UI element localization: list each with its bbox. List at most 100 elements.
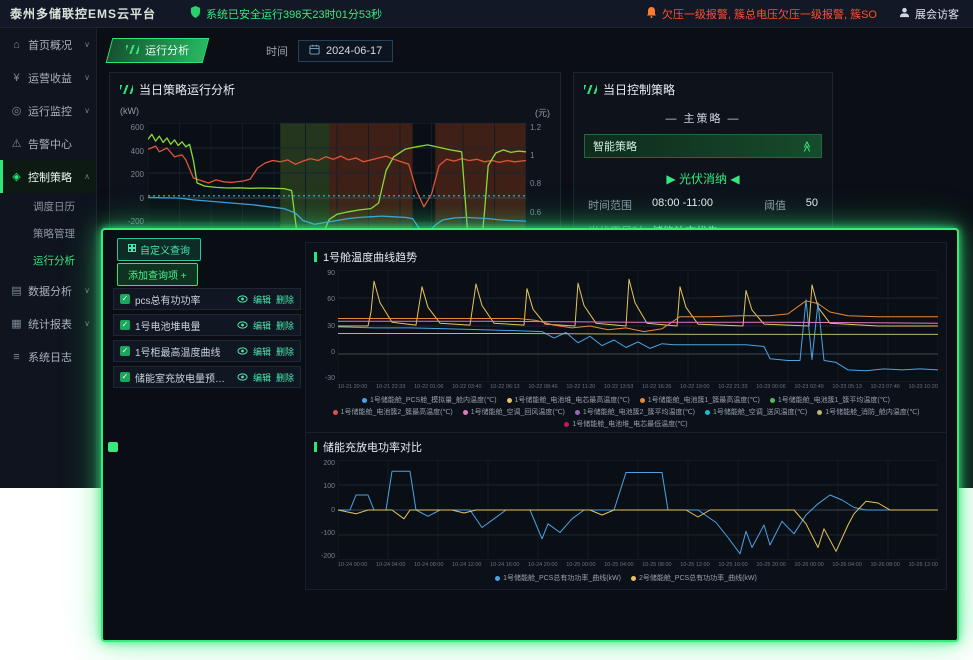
power-chart-plot — [338, 460, 938, 560]
custom-query-modal: 自定义查询 添加查询项 + pcs总有功功率 编辑 删除 1号电池堆电量 编辑 … — [101, 228, 959, 642]
report-icon: ▦ — [10, 317, 23, 330]
row-key: 时间范围 — [588, 197, 652, 213]
chart-title-text: 储能充放电功率对比 — [323, 439, 422, 455]
legend-item[interactable]: 1号储能舱_电池簇2_簇最高温度(℃) — [333, 407, 453, 417]
sidebar-item-data-analysis[interactable]: ▤ 数据分析 ∨ — [0, 274, 96, 307]
slash-decoration — [120, 85, 133, 94]
legend-label: 1号储能舱_PCS舱_模拟量_舱内温度(℃) — [370, 395, 497, 405]
temperature-chart-panel: 1号舱温度曲线趋势 9060300-30 10-21 20:0010-21 22… — [305, 242, 947, 436]
query-item-row[interactable]: 储能室充放电量预测对比 编辑 删除 — [113, 366, 301, 388]
chevron-down-icon: ∨ — [84, 73, 90, 82]
eye-icon[interactable] — [237, 347, 248, 355]
legend-dot-icon — [333, 410, 338, 415]
main-strategy-label: — 主策略 — — [574, 110, 832, 126]
slash-decoration — [126, 45, 139, 54]
legend-label: 2号储能舱_PCS总有功功率_曲线(kW) — [639, 573, 757, 583]
grid-icon — [128, 244, 136, 255]
collapse-handle[interactable] — [108, 442, 118, 452]
panel-title-text: 当日控制策略 — [603, 81, 675, 98]
legend-item[interactable]: 1号储能舱_空调_回风温度(℃) — [463, 407, 565, 417]
legend-label: 1号储能舱_空调_回风温度(℃) — [471, 407, 565, 417]
power-chart-panel: 储能充放电功率对比 2001000-100-200 10-24 00:0010-… — [305, 432, 947, 590]
user-name: 展会访客 — [915, 6, 959, 22]
sidebar-item-control-strategy[interactable]: ◈ 控制策略 ∧ — [0, 160, 96, 193]
legend-item[interactable]: 1号储能舱_空调_送风温度(℃) — [705, 407, 807, 417]
axis-units: (kW) (元) — [110, 104, 560, 123]
checkbox-checked[interactable] — [120, 294, 130, 304]
user-menu[interactable]: 展会访客 — [899, 6, 959, 22]
eye-icon[interactable] — [237, 321, 248, 329]
shield-icon — [190, 6, 201, 21]
legend-item[interactable]: 1号储能舱_电池堆_电芯最高温度(℃) — [507, 395, 630, 405]
alarm-text: 欠压一级报警, 簇总电压欠压一级报警, 簇SO — [662, 6, 877, 22]
query-item-label: pcs总有功功率 — [135, 292, 232, 307]
sidebar-item-label: 运行监控 — [28, 103, 72, 119]
delete-link[interactable]: 删除 — [276, 371, 294, 384]
alarm-icon: ⚠ — [10, 137, 23, 150]
query-item-row[interactable]: pcs总有功功率 编辑 删除 — [113, 288, 301, 310]
sidebar-item-revenue[interactable]: ¥ 运营收益 ∨ — [0, 61, 96, 94]
sidebar-item-system-log[interactable]: ≡ 系统日志 — [0, 340, 96, 373]
delete-link[interactable]: 删除 — [276, 345, 294, 358]
home-icon: ⌂ — [10, 39, 23, 51]
sidebar-item-alarm-center[interactable]: ⚠ 告警中心 — [0, 127, 96, 160]
query-item-row[interactable]: 1号电池堆电量 编辑 删除 — [113, 314, 301, 336]
sidebar-item-label: 控制策略 — [28, 169, 72, 185]
query-item-list: pcs总有功功率 编辑 删除 1号电池堆电量 编辑 删除 1号柜最高温度曲线 编… — [113, 288, 301, 388]
edit-link[interactable]: 编辑 — [253, 371, 271, 384]
alarm-ticker[interactable]: 欠压一级报警, 簇总电压欠压一级报警, 簇SO — [646, 6, 877, 22]
chevron-down-icon: ∨ — [84, 40, 90, 49]
legend-label: 1号储能舱_电池堆_电芯最高温度(℃) — [515, 395, 630, 405]
chevron-up-icon: ∧ — [84, 172, 90, 181]
sidebar-item-home[interactable]: ⌂ 首页概况 ∨ — [0, 28, 96, 61]
legend-item[interactable]: 1号储能舱_电池簇1_簇最高温度(℃) — [640, 395, 760, 405]
checkbox-checked[interactable] — [120, 346, 130, 356]
edit-link[interactable]: 编辑 — [253, 293, 271, 306]
delete-link[interactable]: 删除 — [276, 293, 294, 306]
add-query-item-button[interactable]: 添加查询项 + — [117, 263, 198, 286]
sidebar-item-label: 首页概况 — [28, 37, 72, 53]
smart-strategy-group[interactable]: 智能策略 — [584, 134, 822, 158]
checkbox-checked[interactable] — [120, 372, 130, 382]
sidebar-subitem-run-analysis[interactable]: 运行分析 — [0, 247, 96, 274]
time-label: 时间 — [266, 43, 288, 59]
custom-query-tab[interactable]: 自定义查询 — [117, 238, 201, 261]
legend-item[interactable]: 1号储能舱_PCS总有功功率_曲线(kW) — [495, 573, 621, 583]
delete-link[interactable]: 删除 — [276, 319, 294, 332]
legend-item[interactable]: 1号储能舱_电池簇1_簇平均温度(℃) — [770, 395, 890, 405]
legend-item[interactable]: 1号储能舱_消防_舱内温度(℃) — [817, 407, 919, 417]
sidebar-subitem-label: 运行分析 — [33, 253, 75, 268]
app-logo: 泰州多储联控EMS云平台 — [10, 5, 156, 22]
power-chart-xaxis: 10-24 00:0010-24 04:0010-24 08:0010-24 1… — [338, 562, 938, 568]
row-key: 阈值 — [764, 197, 796, 213]
date-picker[interactable]: 2024-06-17 — [298, 40, 393, 62]
panel-title-text: 当日策略运行分析 — [139, 81, 235, 98]
legend-label: 1号储能舱_空调_送风温度(℃) — [713, 407, 807, 417]
uptime-text: 系统已安全运行398天23时01分53秒 — [206, 6, 382, 22]
sidebar-item-reports[interactable]: ▦ 统计报表 ∨ — [0, 307, 96, 340]
edit-link[interactable]: 编辑 — [253, 319, 271, 332]
legend-item[interactable]: 1号储能舱_电池簇2_簇平均温度(℃) — [575, 407, 695, 417]
eye-icon[interactable] — [237, 295, 248, 303]
chart-title-text: 1号舱温度曲线趋势 — [323, 249, 417, 265]
sidebar-item-monitor[interactable]: ◎ 运行监控 ∨ — [0, 94, 96, 127]
power-chart-legend: 1号储能舱_PCS总有功功率_曲线(kW) 2号储能舱_PCS总有功功率_曲线(k… — [314, 573, 938, 583]
power-chart-yaxis: 2001000-100-200 — [314, 460, 338, 560]
legend-item[interactable]: 1号储能舱_电池堆_电芯最低温度(℃) — [564, 419, 687, 429]
checkbox-checked[interactable] — [120, 320, 130, 330]
legend-item[interactable]: 1号储能舱_PCS舱_模拟量_舱内温度(℃) — [362, 395, 497, 405]
query-item-label: 1号电池堆电量 — [135, 318, 232, 333]
sidebar-subitem-schedule-calendar[interactable]: 调度日历 — [0, 193, 96, 220]
sidebar-subitem-strategy-management[interactable]: 策略管理 — [0, 220, 96, 247]
chart-title: 储能充放电功率对比 — [314, 439, 938, 455]
legend-dot-icon — [640, 398, 645, 403]
custom-query-tab-label: 自定义查询 — [140, 242, 190, 257]
eye-icon[interactable] — [237, 373, 248, 381]
query-item-row[interactable]: 1号柜最高温度曲线 编辑 删除 — [113, 340, 301, 362]
legend-label: 1号储能舱_电池簇1_簇平均温度(℃) — [778, 395, 890, 405]
edit-link[interactable]: 编辑 — [253, 345, 271, 358]
tab-run-analysis[interactable]: 运行分析 — [106, 38, 210, 63]
query-item-label: 1号柜最高温度曲线 — [135, 344, 232, 359]
legend-item[interactable]: 2号储能舱_PCS总有功功率_曲线(kW) — [631, 573, 757, 583]
data-icon: ▤ — [10, 284, 23, 297]
